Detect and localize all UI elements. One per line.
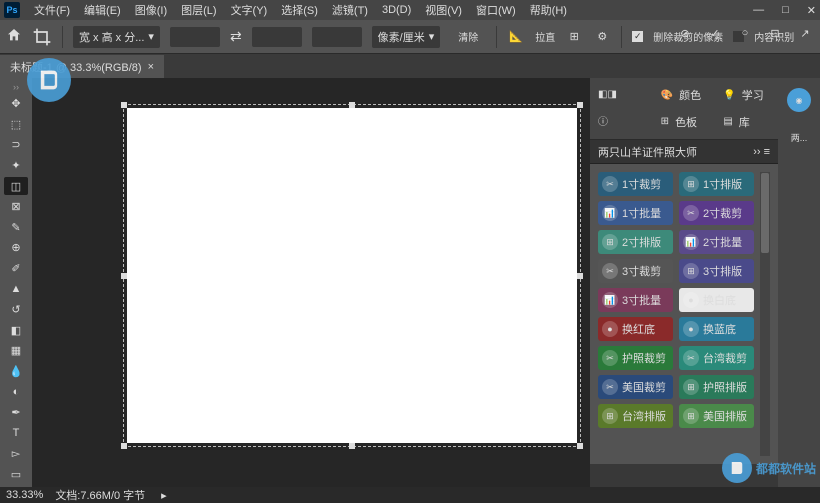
plugin-tab-label[interactable]: 两... — [782, 120, 816, 154]
straighten-icon[interactable]: 📐 — [507, 28, 525, 46]
plugin-panel-header[interactable]: 两只山羊证件照大师 ›› ≡ — [590, 140, 778, 164]
plugin-btn-1寸批量[interactable]: 📊1寸批量 — [598, 201, 673, 225]
watermark-br: 都都软件站 — [722, 453, 816, 483]
menu-layer[interactable]: 图层(L) — [181, 2, 216, 18]
menu-bar: Ps 文件(F) 编辑(E) 图像(I) 图层(L) 文字(Y) 选择(S) 滤… — [0, 0, 820, 20]
panel-color[interactable]: 🎨 颜色 — [657, 85, 712, 105]
menu-view[interactable]: 视图(V) — [425, 2, 462, 18]
plugin-btn-2寸批量[interactable]: 📊2寸批量 — [679, 230, 754, 254]
plugin-btn-1寸排版[interactable]: ⊞1寸排版 — [679, 172, 754, 196]
plugin-btn-3寸批量[interactable]: 📊3寸批量 — [598, 288, 673, 312]
close-button[interactable]: ✕ — [807, 4, 816, 17]
overlay-icon[interactable]: ⊞ — [565, 28, 583, 46]
shape-tool[interactable]: ▭ — [4, 465, 28, 483]
maximize-button[interactable]: □ — [782, 4, 789, 17]
workspace-icon[interactable]: ⊡ — [766, 24, 784, 42]
marquee-tool[interactable]: ⬚ — [4, 116, 28, 134]
plugin-tab-avatar[interactable]: ◉ — [787, 88, 811, 112]
frame-tool[interactable]: ⊠ — [4, 198, 28, 216]
share-icon[interactable]: ↗ — [796, 24, 814, 42]
panel-swatches[interactable]: ⊞ 色板 — [657, 112, 712, 132]
right-panel: ◧◨ ⓘ 🎨 颜色 ⊞ 色板 💡 学习 ▤ 库 两只山羊证件照大师 ›› ≡ ✂… — [590, 78, 820, 487]
plugin-panel-body: ✂1寸裁剪📊1寸批量⊞2寸排版✂3寸裁剪📊3寸批量●换红底✂护照裁剪✂美国裁剪⊞… — [590, 164, 778, 464]
panel-libraries[interactable]: ▤ 库 — [719, 112, 774, 132]
straighten-label: 拉直 — [535, 29, 555, 44]
height-field[interactable] — [252, 27, 302, 47]
stamp-tool[interactable]: ▲ — [4, 280, 28, 298]
menu-filter[interactable]: 滤镜(T) — [332, 2, 368, 18]
plugin-btn-换红底[interactable]: ●换红底 — [598, 317, 673, 341]
tab-close-icon[interactable]: × — [148, 61, 154, 73]
app-icon: Ps — [4, 2, 20, 18]
doc-info[interactable]: 文档:7.66M/0 字节 — [55, 487, 145, 503]
crop-frame[interactable] — [123, 104, 581, 447]
lasso-tool[interactable]: ⊃ — [4, 136, 28, 154]
plugin-btn-护照裁剪[interactable]: ✂护照裁剪 — [598, 346, 673, 370]
minimize-button[interactable]: — — [753, 4, 764, 17]
ratio-dropdown[interactable]: 宽 x 高 x 分...▾ — [73, 26, 160, 48]
unit-dropdown[interactable]: 像素/厘米▾ — [372, 26, 441, 48]
plugin-btn-换白底[interactable]: ●换白底 — [679, 288, 754, 312]
plugin-btn-2寸裁剪[interactable]: ✂2寸裁剪 — [679, 201, 754, 225]
doc-info-arrow-icon[interactable]: ▸ — [161, 489, 167, 502]
search-icon[interactable]: ○ — [736, 24, 754, 42]
watermark-logo — [27, 58, 71, 102]
plugin-btn-3寸排版[interactable]: ⊞3寸排版 — [679, 259, 754, 283]
plugin-btn-护照排版[interactable]: ⊞护照排版 — [679, 375, 754, 399]
doc-tab[interactable]: 未标题-1 @ 33.3%(RGB/8)× — [0, 55, 164, 79]
plugin-btn-美国排版[interactable]: ⊞美国排版 — [679, 404, 754, 428]
res-field[interactable] — [312, 27, 362, 47]
swap-icon[interactable]: ⇄ — [230, 28, 242, 45]
commit-icon[interactable]: ✓ — [706, 24, 724, 42]
menu-3d[interactable]: 3D(D) — [382, 4, 411, 16]
type-tool[interactable]: T — [4, 424, 28, 442]
brush-tool[interactable]: ✐ — [4, 260, 28, 278]
plugin-btn-2寸排版[interactable]: ⊞2寸排版 — [598, 230, 673, 254]
settings-icon[interactable]: ⚙ — [593, 28, 611, 46]
crop-tool[interactable]: ◫ — [4, 177, 28, 195]
move-tool[interactable]: ✥ — [4, 95, 28, 113]
panel-scrollbar[interactable] — [760, 172, 770, 456]
clear-button[interactable]: 清除 — [450, 26, 486, 47]
pen-tool[interactable]: ✒ — [4, 404, 28, 422]
doc-tabbar: 未标题-1 @ 33.3%(RGB/8)× — [0, 54, 820, 78]
plugin-btn-换蓝底[interactable]: ●换蓝底 — [679, 317, 754, 341]
menu-image[interactable]: 图像(I) — [135, 2, 167, 18]
eraser-tool[interactable]: ◧ — [4, 321, 28, 339]
menu-select[interactable]: 选择(S) — [281, 2, 318, 18]
plugin-btn-台湾裁剪[interactable]: ✂台湾裁剪 — [679, 346, 754, 370]
canvas-area — [32, 78, 590, 487]
heal-tool[interactable]: ⊕ — [4, 239, 28, 257]
plugin-btn-3寸裁剪[interactable]: ✂3寸裁剪 — [598, 259, 673, 283]
width-field[interactable] — [170, 27, 220, 47]
home-icon[interactable] — [6, 27, 22, 46]
options-bar: 宽 x 高 x 分...▾ ⇄ 像素/厘米▾ 清除 📐 拉直 ⊞ ⚙ ✓ 删除裁… — [0, 20, 820, 54]
delete-cropped-checkbox[interactable]: ✓ — [632, 31, 643, 42]
plugin-btn-美国裁剪[interactable]: ✂美国裁剪 — [598, 375, 673, 399]
plugin-btn-台湾排版[interactable]: ⊞台湾排版 — [598, 404, 673, 428]
crop-tool-icon[interactable] — [32, 27, 52, 47]
panel-learn[interactable]: 💡 学习 — [719, 85, 774, 105]
left-toolbar: ›› ✥ ⬚ ⊃ ✦ ◫ ⊠ ✎ ⊕ ✐ ▲ ↺ ◧ ▦ 💧 ◐ ✒ T ▻ ▭ — [0, 78, 32, 487]
reset-icon[interactable]: ⊘ — [676, 24, 694, 42]
path-tool[interactable]: ▻ — [4, 445, 28, 463]
wand-tool[interactable]: ✦ — [4, 157, 28, 175]
status-bar: 33.33% 文档:7.66M/0 字节 ▸ — [0, 487, 820, 503]
panel-info-icon[interactable]: ⓘ — [594, 111, 649, 130]
history-brush-tool[interactable]: ↺ — [4, 301, 28, 319]
zoom-level[interactable]: 33.33% — [6, 489, 43, 501]
gradient-tool[interactable]: ▦ — [4, 342, 28, 360]
eyedropper-tool[interactable]: ✎ — [4, 218, 28, 236]
menu-window[interactable]: 窗口(W) — [476, 2, 516, 18]
plugin-btn-1寸裁剪[interactable]: ✂1寸裁剪 — [598, 172, 673, 196]
menu-text[interactable]: 文字(Y) — [231, 2, 268, 18]
dodge-tool[interactable]: ◐ — [4, 383, 28, 401]
menu-edit[interactable]: 编辑(E) — [84, 2, 121, 18]
menu-help[interactable]: 帮助(H) — [530, 2, 567, 18]
blur-tool[interactable]: 💧 — [4, 363, 28, 381]
menu-file[interactable]: 文件(F) — [34, 2, 70, 18]
panel-adjustments-icon[interactable]: ◧◨ — [594, 87, 649, 102]
